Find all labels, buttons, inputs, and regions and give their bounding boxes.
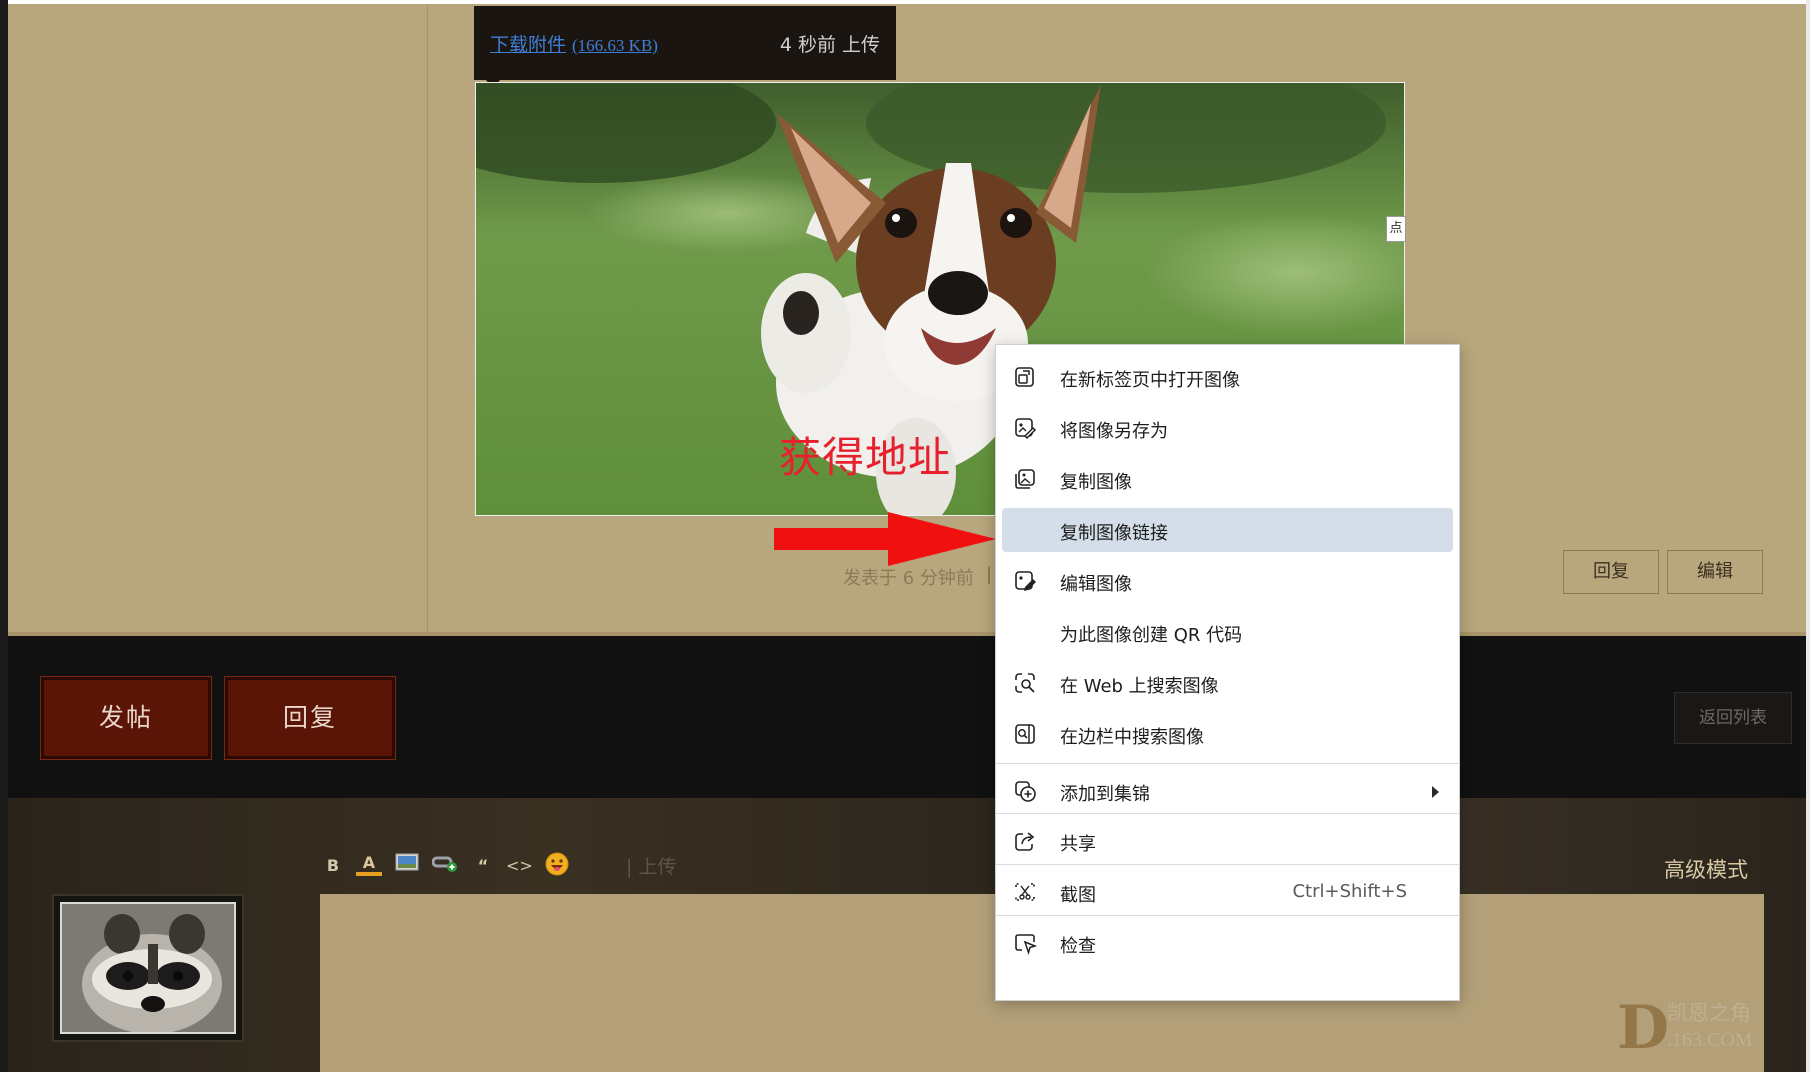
scrollbar-track[interactable] [1806,0,1810,1072]
avatar[interactable] [52,894,244,1042]
menu-label: 在边栏中搜索图像 [1060,727,1204,748]
edit-image-icon [1015,571,1036,591]
new-thread-button[interactable]: 发帖 [41,677,211,759]
share-icon [1015,832,1035,851]
submenu-arrow-icon [1432,786,1439,798]
search-web-icon [1015,673,1035,693]
author-sidebar [8,4,428,636]
menu-item-copy-image-link[interactable]: 复制图像链接 [1002,508,1453,552]
site-watermark: D 凯恩之角 .163.COM [1617,990,1787,1063]
menu-shortcut: Ctrl+Shift+S [1292,881,1407,902]
quote-icon[interactable]: “ [470,852,496,880]
menu-separator [996,763,1459,764]
insert-link-icon[interactable] [431,852,458,880]
menu-label: 添加到集锦 [1060,784,1150,805]
attachment-tooltip: 下载附件 (166.63 KB) 4 秒前 上传 [474,6,896,80]
reply-post-button[interactable]: 回复 [1563,550,1659,594]
menu-item-save-image[interactable]: 将图像另存为 [1002,406,1453,450]
menu-label: 复制图像 [1060,472,1132,493]
watermark-letter: D [1617,993,1669,1060]
menu-item-edit-image[interactable]: 编辑图像 [1002,559,1453,603]
menu-item-search-sidebar[interactable]: 在边栏中搜索图像 [1002,712,1453,756]
bold-icon[interactable]: B [320,852,346,880]
menu-item-screenshot[interactable]: 截图 Ctrl+Shift+S [1002,870,1453,914]
upload-time: 4 秒前 上传 [779,34,880,56]
menu-label: 检查 [1060,936,1096,957]
menu-item-share[interactable]: 共享 [1002,819,1453,863]
reply-thread-button[interactable]: 回复 [225,677,395,759]
search-sidebar-icon [1015,724,1035,744]
watermark-line-2: .163.COM [1667,1029,1753,1051]
menu-label: 复制图像链接 [1060,523,1168,544]
advanced-mode-link[interactable]: 高级模式 [1664,854,1748,884]
menu-item-create-qr[interactable]: 为此图像创建 QR 代码 [1002,610,1453,654]
code-icon[interactable]: <> [506,852,533,880]
add-collection-icon [1015,781,1036,802]
back-to-list-button[interactable]: 返回列表 [1674,692,1792,744]
post-timestamp: 发表于 6 分钟前 [843,568,974,589]
menu-separator [996,915,1459,916]
menu-item-open-new-tab[interactable]: 在新标签页中打开图像 [1002,355,1453,399]
upload-button[interactable]: | 上传 [626,852,676,879]
menu-label: 在新标签页中打开图像 [1060,370,1240,391]
diablo-logo-icon: D 凯恩之角 .163.COM [1617,993,1753,1063]
attachment-size[interactable]: (166.63 KB) [572,36,658,55]
image-context-menu: 在新标签页中打开图像 将图像另存为 复制图像 复制图像链接 编辑图像 为此图像创… [995,344,1460,1001]
menu-item-search-web[interactable]: 在 Web 上搜索图像 [1002,661,1453,705]
menu-label: 为此图像创建 QR 代码 [1060,625,1243,646]
red-arrow-annotation [774,512,996,566]
image-side-tag[interactable]: 点 [1386,216,1406,242]
menu-label: 将图像另存为 [1060,421,1168,442]
window-edge [0,0,8,1072]
copy-image-icon [1015,469,1035,489]
menu-item-inspect[interactable]: 检查 [1002,921,1453,965]
screenshot-icon [1015,883,1035,901]
menu-item-copy-image[interactable]: 复制图像 [1002,457,1453,501]
menu-label: 在 Web 上搜索图像 [1060,676,1219,697]
raccoon-icon [62,904,234,1032]
menu-label: 编辑图像 [1060,574,1132,595]
menu-separator [996,813,1459,814]
save-image-icon [1015,418,1037,440]
menu-separator [996,864,1459,865]
download-label[interactable]: 下载附件 [490,34,566,56]
annotation-text: 获得地址 [779,433,952,482]
font-color-icon[interactable]: A [356,852,382,876]
menu-label: 截图 [1060,885,1096,906]
raccoon-avatar-image [60,902,236,1034]
page: 下载附件 (166.63 KB) 4 秒前 上传 点 获得地址 发表于 6 分钟… [0,0,1810,1072]
download-attachment-link[interactable]: 下载附件 (166.63 KB) [490,30,658,57]
emoji-icon[interactable] [544,852,570,880]
meta-separator: | [986,564,993,585]
menu-label: 共享 [1060,834,1096,855]
inspect-icon [1015,934,1037,955]
watermark-line-1: 凯恩之角 [1667,1001,1751,1025]
open-new-tab-icon [1015,367,1034,387]
insert-image-icon[interactable] [394,852,420,880]
edit-post-button[interactable]: 编辑 [1667,550,1763,594]
menu-item-add-collection[interactable]: 添加到集锦 [1002,769,1453,813]
